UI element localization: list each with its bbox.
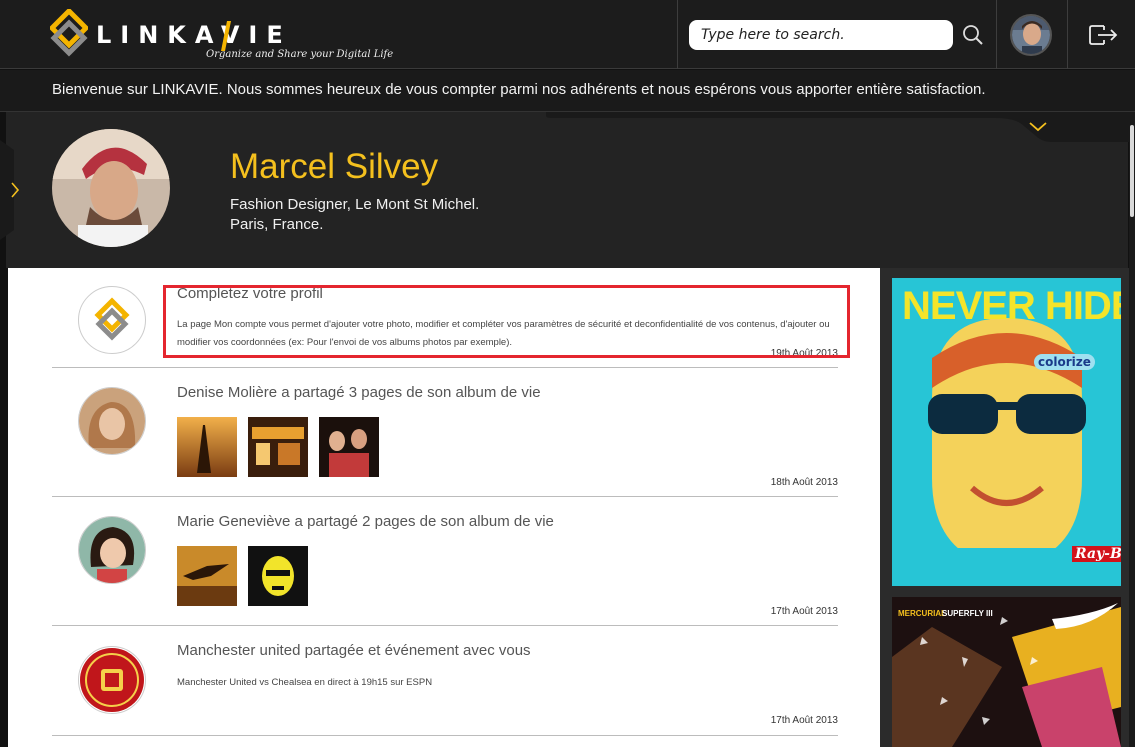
album-thumbnail[interactable] bbox=[248, 546, 308, 606]
feed-item-body: La page Mon compte vous permet d'ajouter… bbox=[177, 319, 830, 348]
ad-label: MERCURIAL bbox=[898, 609, 946, 618]
app-logo[interactable]: LINKAVIE Organize and Share your Digital… bbox=[50, 9, 393, 65]
logout-icon bbox=[1089, 25, 1118, 45]
feed-item-title[interactable]: Completez votre profil bbox=[177, 285, 323, 302]
top-bar: LINKAVIE Organize and Share your Digital… bbox=[0, 0, 1135, 69]
album-thumbnail[interactable] bbox=[319, 417, 379, 477]
feed-item-date: 18th Août 2013 bbox=[770, 477, 838, 488]
album-thumbnail[interactable] bbox=[248, 417, 308, 477]
album-thumbnail[interactable] bbox=[177, 417, 237, 477]
feed-divider bbox=[52, 496, 838, 497]
collapse-header-button[interactable] bbox=[1016, 116, 1060, 138]
user-avatar-button[interactable] bbox=[1010, 14, 1052, 56]
profile-occupation: Fashion Designer, Le Mont St Michel. bbox=[230, 196, 480, 213]
feed-item-title[interactable]: Denise Molière a partagé 3 pages de son … bbox=[177, 384, 541, 401]
album-thumbnail[interactable] bbox=[177, 546, 237, 606]
search-button[interactable] bbox=[960, 22, 986, 48]
feed-divider bbox=[52, 735, 838, 736]
club-crest-icon bbox=[80, 648, 144, 712]
manchester-united-avatar[interactable] bbox=[78, 646, 146, 714]
ad-headline: NEVER HIDE bbox=[902, 284, 1121, 328]
chevron-right-icon bbox=[0, 140, 20, 240]
topbar-divider bbox=[1067, 0, 1068, 69]
nike-ad[interactable]: MERCURIAL SUPERFLY III bbox=[892, 597, 1121, 747]
search-icon bbox=[963, 25, 983, 45]
denise-avatar[interactable] bbox=[78, 387, 146, 455]
profile-name: Marcel Silvey bbox=[230, 147, 439, 186]
feed-item-date: 19th Août 2013 bbox=[770, 348, 838, 359]
welcome-text: Bienvenue sur LINKAVIE. Nous sommes heur… bbox=[52, 81, 986, 98]
chevron-down-icon bbox=[1029, 122, 1047, 132]
ad-badge: colorize bbox=[1034, 354, 1095, 370]
linkavie-avatar bbox=[78, 286, 146, 354]
logo-mark-icon bbox=[50, 9, 88, 57]
ad-label: SUPERFLY III bbox=[942, 609, 993, 618]
logo-slash-icon bbox=[221, 21, 231, 51]
marie-avatar[interactable] bbox=[78, 516, 146, 584]
feed-item-title[interactable]: Marie Geneviève a partagé 2 pages de son… bbox=[177, 513, 554, 530]
rayban-ad[interactable]: NEVER HIDE colorize Ray-Ban bbox=[892, 278, 1121, 586]
profile-location: Paris, France. bbox=[230, 216, 324, 233]
logo-tagline: Organize and Share your Digital Life bbox=[206, 49, 394, 60]
feed-divider bbox=[52, 625, 838, 626]
feed-divider bbox=[52, 367, 838, 368]
profile-avatar bbox=[52, 129, 170, 247]
ad-brand: Ray-Ban bbox=[1072, 546, 1121, 562]
scrollbar-thumb[interactable] bbox=[1130, 125, 1134, 217]
profile-header bbox=[6, 112, 1135, 268]
feed-item-date: 17th Août 2013 bbox=[770, 606, 838, 617]
feed-item-title[interactable]: Manchester united partagée et événement … bbox=[177, 642, 531, 659]
feed-item-body: Manchester United vs Chealsea en direct … bbox=[177, 677, 433, 688]
logo-wordmark: LINKAVIE bbox=[96, 21, 292, 49]
topbar-divider bbox=[996, 0, 997, 69]
topbar-divider bbox=[677, 0, 678, 69]
user-avatar bbox=[1012, 16, 1050, 54]
logo-mark-icon bbox=[94, 297, 130, 341]
logout-button[interactable] bbox=[1086, 20, 1122, 50]
nike-ad-image bbox=[892, 597, 1121, 747]
feed-item-date: 17th Août 2013 bbox=[770, 715, 838, 726]
welcome-banner: Bienvenue sur LINKAVIE. Nous sommes heur… bbox=[0, 70, 1135, 112]
search-input[interactable] bbox=[689, 20, 953, 50]
sidebar-toggle[interactable] bbox=[0, 140, 20, 240]
